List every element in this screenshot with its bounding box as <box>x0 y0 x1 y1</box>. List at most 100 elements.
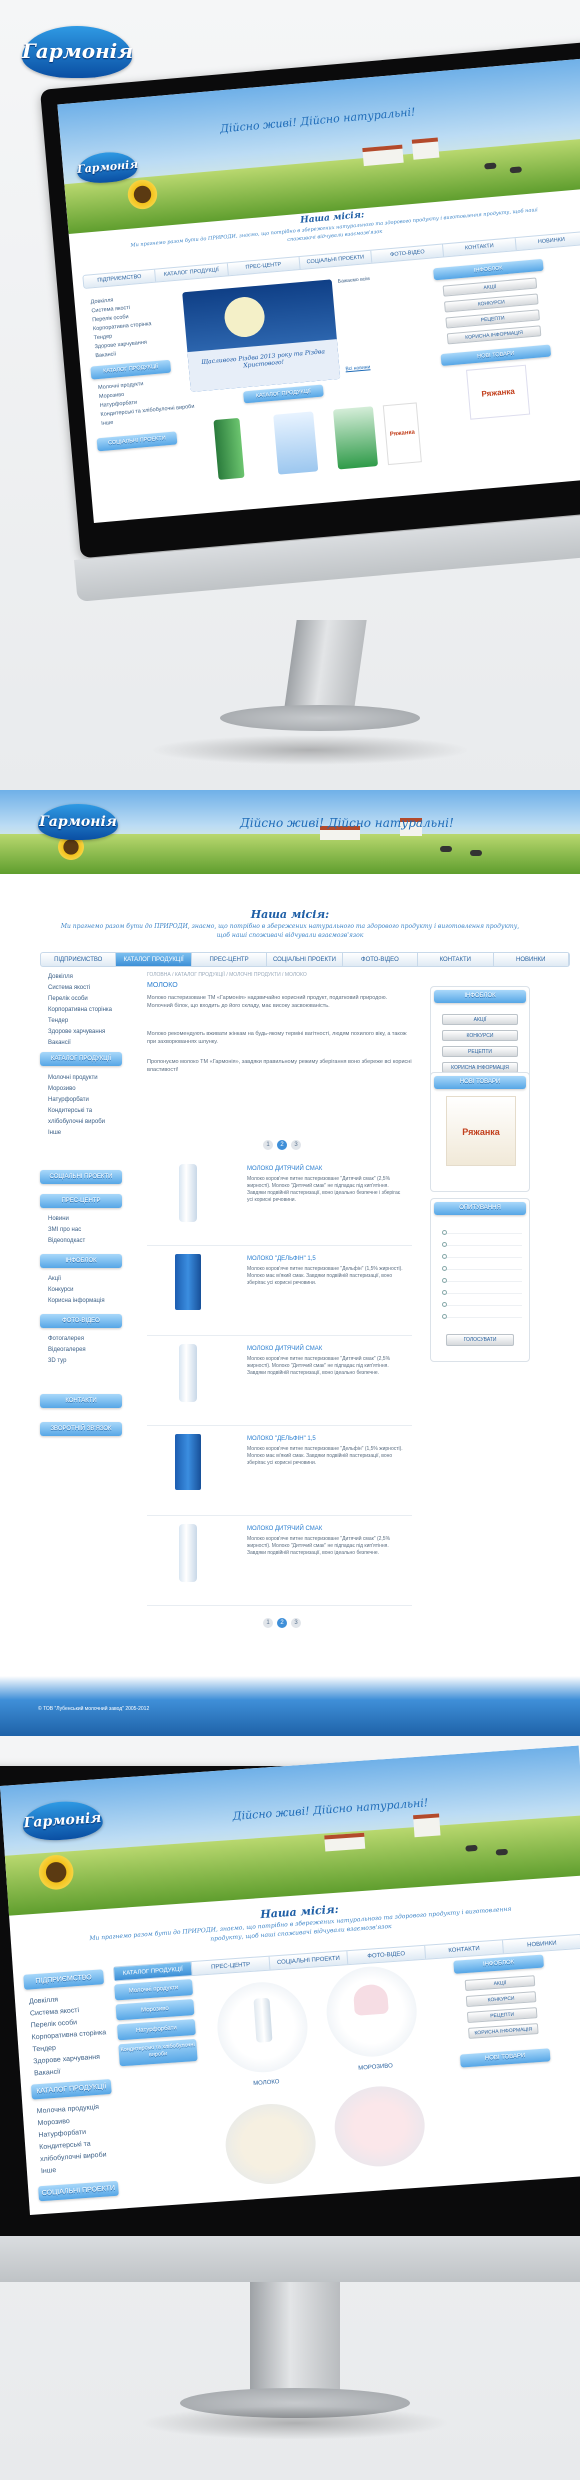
new-goods-pack[interactable]: Ряжанка <box>466 364 531 420</box>
press-item[interactable]: Відеоподкаст <box>48 1236 85 1247</box>
nav-enterprise[interactable]: ПІДПРИЄМСТВО <box>41 953 117 966</box>
product-row[interactable]: МОЛОКО "ДЕЛЬФІН" 1,5 Молоко коров'яче пи… <box>147 1428 412 1516</box>
dropdown-item[interactable]: Натурфорбати <box>116 2018 196 2041</box>
nav-contacts[interactable]: КОНТАКТИ <box>425 1940 504 1959</box>
left-menu-item[interactable]: Здорове харчування <box>48 1027 112 1038</box>
nav-new[interactable]: НОВИНКИ <box>494 953 569 966</box>
catalog-item[interactable]: Морозиво <box>48 1084 128 1095</box>
info-item[interactable]: Корисна інформація <box>48 1296 105 1307</box>
nav-photo[interactable]: ФОТО-ВІДЕО <box>371 244 445 263</box>
nav-press[interactable]: ПРЕС-ЦЕНТР <box>227 257 301 276</box>
social-button[interactable]: СОЦІАЛЬНІ ПРОЕКТИ <box>40 1170 122 1184</box>
product-title[interactable]: МОЛОКО "ДЕЛЬФІН" 1,5 <box>247 1256 316 1262</box>
photo-item[interactable]: Фотогалерея <box>48 1334 86 1345</box>
press-item[interactable]: Новини <box>48 1214 85 1225</box>
catalog-button[interactable]: КАТАЛОГ ПРОДУКЦІЇ <box>90 359 172 380</box>
left-menu-item[interactable]: Система якості <box>48 983 112 994</box>
nav-photo[interactable]: ФОТО-ВІДЕО <box>347 1945 427 1965</box>
product-row[interactable]: МОЛОКО ДИТЯЧИЙ СМАК Молоко коров'яче пит… <box>147 1158 412 1246</box>
catalog-button[interactable]: КАТАЛОГ ПРОДУКЦІЇ <box>30 2078 112 2100</box>
nav-contacts[interactable]: КОНТАКТИ <box>418 953 494 966</box>
product-pack[interactable]: Ряжанка <box>382 402 422 466</box>
product-title[interactable]: МОЛОКО ДИТЯЧИЙ СМАК <box>247 1166 322 1172</box>
product-row[interactable]: МОЛОКО ДИТЯЧИЙ СМАК Молоко коров'яче пит… <box>147 1338 412 1426</box>
news-title[interactable]: Бажаємо всім <box>338 273 408 285</box>
press-item[interactable]: ЗМІ про нас <box>48 1225 85 1236</box>
info-item[interactable]: Акції <box>48 1274 105 1285</box>
contacts-button[interactable]: КОНТАКТИ <box>40 1394 122 1408</box>
info-useful-button[interactable]: КОРИСНА ІНФОРМАЦІЯ <box>468 2023 539 2039</box>
new-goods-pack[interactable]: Ряжанка <box>446 1096 516 1166</box>
product-row[interactable]: МОЛОКО "ДЕЛЬФІН" 1,5 Молоко коров'яче пи… <box>147 1248 412 1336</box>
nav-press[interactable]: ПРЕС-ЦЕНТР <box>192 953 268 966</box>
info-item[interactable]: Конкурси <box>48 1285 105 1296</box>
pager-page[interactable]: 3 <box>291 1618 301 1628</box>
news-link[interactable]: Всі новини <box>345 364 370 372</box>
left-menu-item[interactable]: Довкілля <box>48 972 112 983</box>
category-tile-milk[interactable] <box>214 1979 311 2076</box>
social-button[interactable]: СОЦІАЛЬНІ ПРОЕКТИ <box>38 2180 119 2202</box>
infoblock-button[interactable]: ІНФОБЛОК <box>40 1254 122 1268</box>
catalog-item[interactable]: Кондитерські та хлібобулочні вироби <box>48 1106 128 1128</box>
photo-item[interactable]: Відеогалерея <box>48 1345 86 1356</box>
feedback-button[interactable]: ЗВОРОТНІЙ ЗВ'ЯЗОК <box>40 1422 122 1436</box>
info-useful-button[interactable]: КОРИСНА ІНФОРМАЦІЯ <box>446 325 542 345</box>
pager-page[interactable]: 1 <box>263 1140 273 1150</box>
left-menu-item[interactable]: Тендер <box>48 1016 112 1027</box>
info-contest-button[interactable]: КОНКУРСИ <box>465 1991 537 2007</box>
pager-page[interactable]: 3 <box>291 1140 301 1150</box>
press-button[interactable]: ПРЕС-ЦЕНТР <box>40 1194 122 1208</box>
nav-catalog[interactable]: КАТАЛОГ ПРОДУКЦІЇ <box>116 953 192 966</box>
nav-catalog[interactable]: КАТАЛОГ ПРОДУКЦІЇ <box>155 263 229 282</box>
site-logo[interactable]: Гармонія <box>38 804 118 840</box>
info-recipes-button[interactable]: РЕЦЕПТИ <box>466 2007 538 2023</box>
vote-button[interactable]: ГОЛОСУВАТИ <box>446 1334 514 1346</box>
catalog-button[interactable]: КАТАЛОГ ПРОДУКЦІЇ <box>40 1052 122 1066</box>
pager-page[interactable]: 2 <box>277 1140 287 1150</box>
product-row[interactable]: МОЛОКО ДИТЯЧИЙ СМАК Молоко коров'яче пит… <box>147 1518 412 1606</box>
catalog-item[interactable]: Молочні продукти <box>48 1073 128 1084</box>
info-recipes-button[interactable]: РЕЦЕПТИ <box>442 1046 518 1057</box>
promo-banner[interactable]: Щасливого Різдва 2013 року та Різдва Хри… <box>182 279 341 392</box>
radio-icon[interactable] <box>442 1314 447 1319</box>
photo-item[interactable]: 3D тур <box>48 1356 86 1367</box>
info-promo-button[interactable]: АКЦІЇ <box>464 1975 536 1992</box>
product-title[interactable]: МОЛОКО ДИТЯЧИЙ СМАК <box>247 1346 322 1352</box>
info-contest-button[interactable]: КОНКУРСИ <box>442 1030 518 1041</box>
nav-enterprise[interactable]: ПІДПРИЄМСТВО <box>23 1969 105 1990</box>
category-tile-icecream[interactable] <box>323 1963 420 2060</box>
catalog-item[interactable]: Інше <box>48 1128 128 1139</box>
nav-enterprise[interactable]: ПІДПРИЄМСТВО <box>83 269 157 288</box>
dropdown-item[interactable]: Кондитерські та хлібобулочні вироби <box>118 2038 198 2067</box>
tile-label[interactable]: МОЛОКО <box>221 2077 311 2089</box>
nav-contacts[interactable]: КОНТАКТИ <box>443 238 517 257</box>
catalog-menu: Молочні продукти Морозиво Натурфорбати К… <box>48 1073 128 1139</box>
social-button[interactable]: СОЦІАЛЬНІ ПРОЕКТИ <box>96 431 178 452</box>
pager-page[interactable]: 2 <box>277 1618 287 1628</box>
category-tile-dumplings[interactable] <box>222 2100 319 2188</box>
nav-photo[interactable]: ФОТО-ВІДЕО <box>343 953 419 966</box>
left-menu-item[interactable]: Вакансії <box>48 1038 112 1049</box>
nav-new[interactable]: НОВИНКИ <box>502 1934 580 1954</box>
nav-social[interactable]: СОЦІАЛЬНІ ПРОЕКТИ <box>269 1951 349 1970</box>
nav-catalog[interactable]: КАТАЛОГ ПРОДУКЦІЇ <box>113 1962 193 1981</box>
tile-label[interactable]: МОРОЗИВО <box>330 2061 420 2073</box>
dropdown-item[interactable]: Морозиво <box>115 1999 195 2021</box>
left-menu-item[interactable]: Корпоративна сторінка <box>48 1005 112 1016</box>
info-promo-button[interactable]: АКЦІЇ <box>442 1014 518 1025</box>
breadcrumb[interactable]: ГОЛОВНА / КАТАЛОГ ПРОДУКЦІЇ / МОЛОЧНІ ПР… <box>147 972 307 978</box>
dropdown-item[interactable]: Молочні продукти <box>114 1979 194 2001</box>
monitor-stand <box>250 2282 340 2402</box>
nav-social[interactable]: СОЦІАЛЬНІ ПРОЕКТИ <box>267 953 343 966</box>
product-title[interactable]: МОЛОКО "ДЕЛЬФІН" 1,5 <box>247 1436 316 1442</box>
nav-press[interactable]: ПРЕС-ЦЕНТР <box>191 1956 271 1976</box>
left-menu-item[interactable]: Перелік особи <box>48 994 112 1005</box>
pager-page[interactable]: 1 <box>263 1618 273 1628</box>
nav-social[interactable]: СОЦІАЛЬНІ ПРОЕКТИ <box>299 250 373 269</box>
product-title[interactable]: МОЛОКО ДИТЯЧИЙ СМАК <box>247 1526 322 1532</box>
photo-video-button[interactable]: ФОТО-ВІДЕО <box>40 1314 122 1328</box>
brand-logo[interactable]: Гармонія <box>22 26 133 78</box>
nav-new[interactable]: НОВИНКИ <box>515 231 580 251</box>
category-tile-pastry[interactable] <box>331 2083 428 2170</box>
catalog-item[interactable]: Натурфорбати <box>48 1095 128 1106</box>
